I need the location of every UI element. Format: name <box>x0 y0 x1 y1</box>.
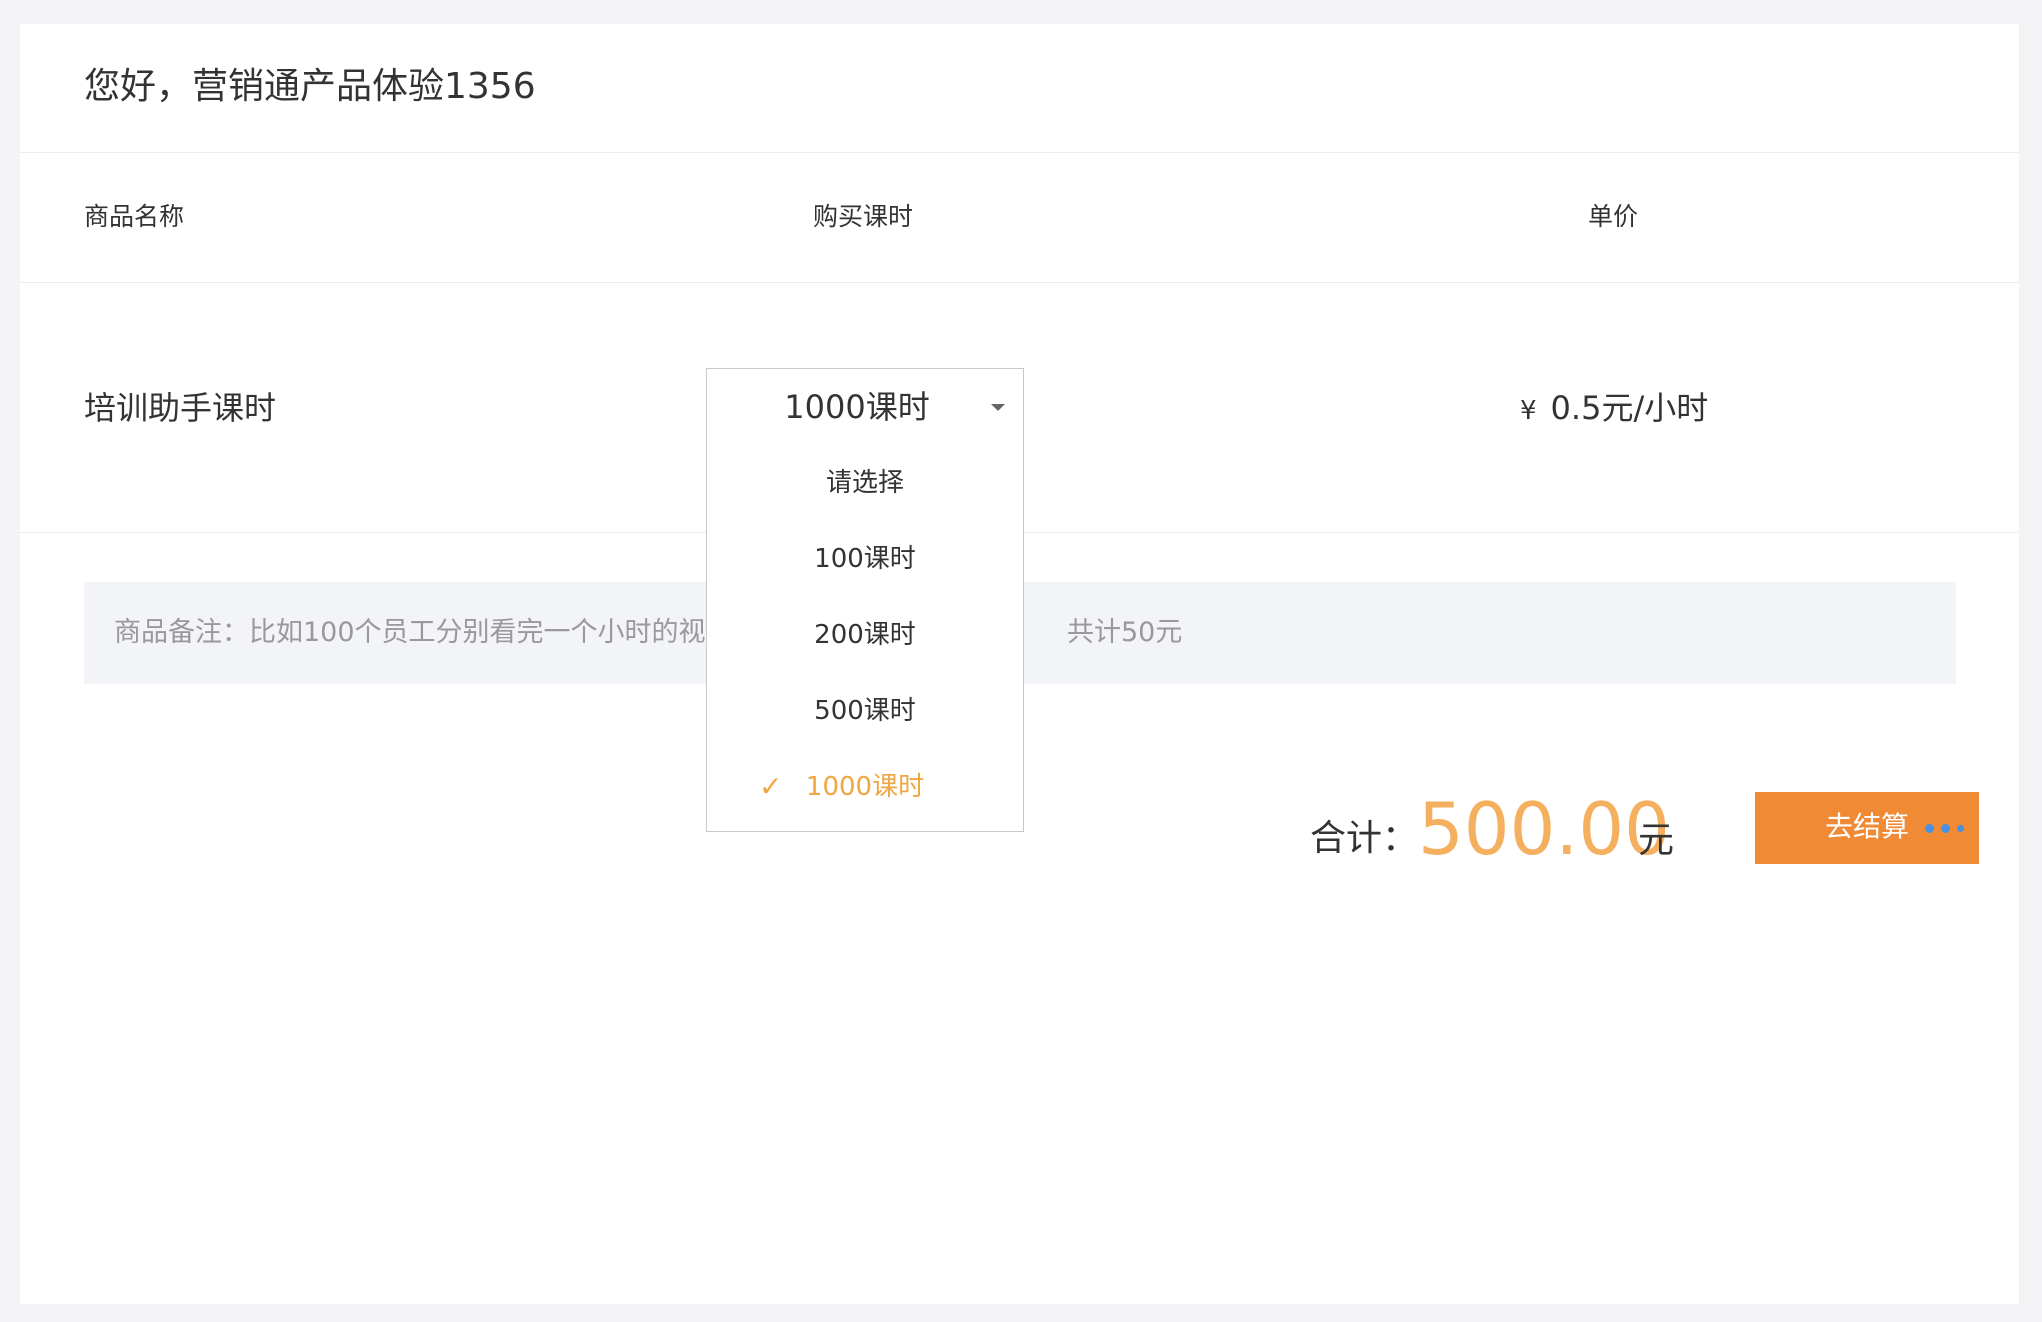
loading-dot-icon <box>1941 824 1950 833</box>
order-card: 您好，营销通产品体验1356 商品名称 购买课时 单价 培训助手课时 1000课… <box>20 24 2019 1304</box>
total-amount: 500.00 <box>1418 787 1670 871</box>
total-unit: 元 <box>1638 820 1675 861</box>
hours-select[interactable]: 1000课时 <box>706 368 1024 446</box>
dropdown-option[interactable]: 100课时 <box>707 521 1023 597</box>
column-header-unit-price: 单价 <box>1588 202 1639 231</box>
total-label: 合计： <box>1310 818 1419 859</box>
checkout-button[interactable]: 去结算 <box>1755 792 1979 864</box>
yen-symbol: ¥ <box>1520 396 1537 426</box>
note-text: 商品备注：比如100个员工分别看完一个小时的视 <box>114 617 706 648</box>
hours-select-value: 1000课时 <box>784 388 930 426</box>
unit-price-value: 0.5元/小时 <box>1550 389 1709 427</box>
divider <box>20 152 2019 153</box>
column-header-product-name: 商品名称 <box>84 202 185 231</box>
dropdown-option[interactable]: 200课时 <box>707 597 1023 673</box>
greeting-title: 您好，营销通产品体验1356 <box>84 66 536 107</box>
dropdown-option-selected[interactable]: ✓ 1000课时 <box>707 749 1023 825</box>
divider <box>20 282 2019 283</box>
dropdown-option[interactable]: 500课时 <box>707 673 1023 749</box>
loading-dot-icon <box>1925 824 1934 833</box>
dropdown-option[interactable]: 请选择 <box>707 445 1023 521</box>
loading-dot-icon <box>1957 825 1964 832</box>
check-icon: ✓ <box>759 770 783 803</box>
note-total-text: 共计50元 <box>1067 617 1183 648</box>
dropdown-option-label: 1000课时 <box>805 772 925 802</box>
hours-dropdown: 请选择 100课时 200课时 500课时 ✓ 1000课时 <box>706 445 1024 832</box>
caret-down-icon <box>991 404 1005 411</box>
column-header-purchase-hours: 购买课时 <box>813 202 914 231</box>
checkout-label: 去结算 <box>1825 810 1910 843</box>
unit-price: ¥0.5元/小时 <box>1520 385 1708 434</box>
product-name: 培训助手课时 <box>84 389 277 427</box>
